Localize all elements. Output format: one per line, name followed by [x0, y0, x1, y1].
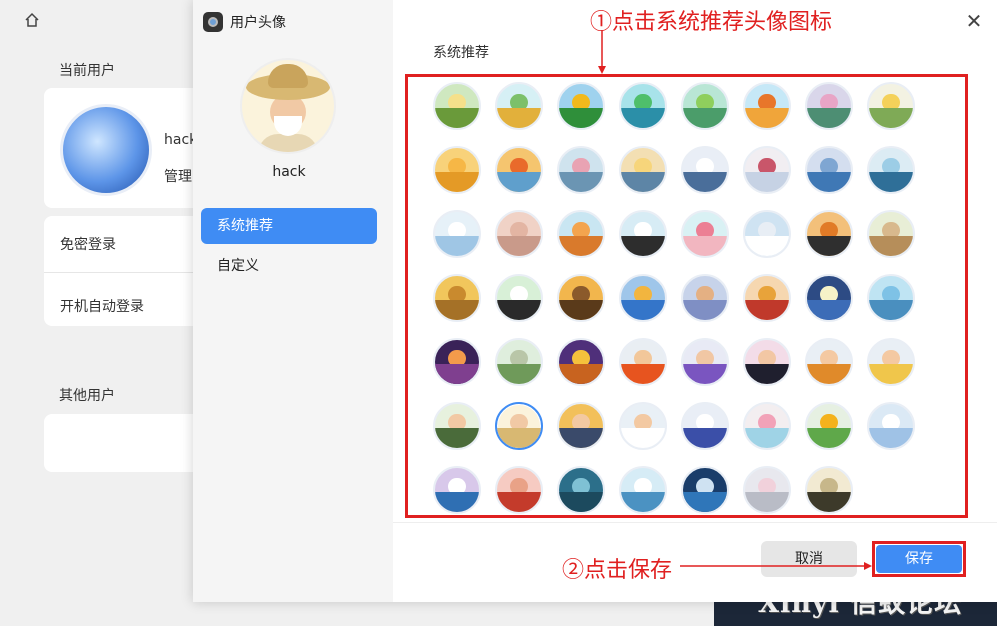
- annotation-step2: ②点击保存: [562, 558, 673, 583]
- avatar-3[interactable]: [557, 82, 605, 130]
- recommended-title: 系统推荐: [433, 45, 489, 61]
- home-icon[interactable]: [24, 12, 40, 28]
- divider: [44, 272, 204, 273]
- avatar-24[interactable]: [867, 210, 915, 258]
- dialog-title: 用户头像: [230, 15, 286, 31]
- cancel-button[interactable]: 取消: [761, 541, 857, 577]
- close-icon[interactable]: ✕: [963, 10, 985, 32]
- avatar-17[interactable]: [433, 210, 481, 258]
- avatar-35[interactable]: [557, 338, 605, 386]
- avatar-46[interactable]: [743, 402, 791, 450]
- avatar-9[interactable]: [433, 146, 481, 194]
- avatar-19[interactable]: [557, 210, 605, 258]
- annotation-step1: ①点击系统推荐头像图标: [590, 10, 833, 35]
- avatar-40[interactable]: [867, 338, 915, 386]
- nav-system-recommended[interactable]: 系统推荐: [201, 208, 377, 244]
- avatar-39[interactable]: [805, 338, 853, 386]
- avatar-43[interactable]: [557, 402, 605, 450]
- avatar-15[interactable]: [805, 146, 853, 194]
- current-user-avatar[interactable]: [60, 104, 152, 196]
- avatar-7[interactable]: [805, 82, 853, 130]
- avatar-28[interactable]: [619, 274, 667, 322]
- avatar-32[interactable]: [867, 274, 915, 322]
- avatar-27[interactable]: [557, 274, 605, 322]
- avatar-12[interactable]: [619, 146, 667, 194]
- avatar-30[interactable]: [743, 274, 791, 322]
- avatar-10[interactable]: [495, 146, 543, 194]
- avatar-29[interactable]: [681, 274, 729, 322]
- footer-divider: [393, 522, 997, 523]
- avatar-47[interactable]: [805, 402, 853, 450]
- current-avatar-preview: [240, 58, 336, 154]
- avatar-41[interactable]: [433, 402, 481, 450]
- avatar-44[interactable]: [619, 402, 667, 450]
- passwordless-login-label[interactable]: 免密登录: [60, 234, 116, 254]
- avatar-45[interactable]: [681, 402, 729, 450]
- avatar-16[interactable]: [867, 146, 915, 194]
- dialog-username: hack: [272, 164, 306, 180]
- avatar-13[interactable]: [681, 146, 729, 194]
- avatar-20[interactable]: [619, 210, 667, 258]
- avatar-38[interactable]: [743, 338, 791, 386]
- avatar-49[interactable]: [433, 466, 481, 514]
- avatar-50[interactable]: [495, 466, 543, 514]
- avatar-42[interactable]: [495, 402, 543, 450]
- dialog-sidebar: 用户头像 hack 系统推荐 自定义: [193, 0, 393, 602]
- avatar-21[interactable]: [681, 210, 729, 258]
- avatar-5[interactable]: [681, 82, 729, 130]
- avatar-23[interactable]: [805, 210, 853, 258]
- nav-custom[interactable]: 自定义: [201, 248, 377, 284]
- avatar-48[interactable]: [867, 402, 915, 450]
- avatar-8[interactable]: [867, 82, 915, 130]
- other-users-card: [44, 414, 204, 472]
- avatar-36[interactable]: [619, 338, 667, 386]
- avatar-18[interactable]: [495, 210, 543, 258]
- camera-app-icon: [203, 12, 223, 32]
- avatar-25[interactable]: [433, 274, 481, 322]
- auto-login-label[interactable]: 开机自动登录: [60, 296, 144, 316]
- avatar-52[interactable]: [619, 466, 667, 514]
- avatar-grid: [433, 82, 933, 514]
- current-user-role: 管理: [164, 169, 192, 185]
- other-users-heading: 其他用户: [59, 388, 115, 404]
- avatar-37[interactable]: [681, 338, 729, 386]
- avatar-22[interactable]: [743, 210, 791, 258]
- avatar-51[interactable]: [557, 466, 605, 514]
- avatar-dialog: 用户头像 hack 系统推荐 自定义 ✕ 系统推荐 取消 保存: [193, 0, 997, 602]
- avatar-34[interactable]: [495, 338, 543, 386]
- avatar-53[interactable]: [681, 466, 729, 514]
- avatar-14[interactable]: [743, 146, 791, 194]
- avatar-11[interactable]: [557, 146, 605, 194]
- avatar-6[interactable]: [743, 82, 791, 130]
- avatar-55[interactable]: [805, 466, 853, 514]
- current-user-heading: 当前用户: [59, 63, 115, 79]
- avatar-2[interactable]: [495, 82, 543, 130]
- avatar-31[interactable]: [805, 274, 853, 322]
- avatar-1[interactable]: [433, 82, 481, 130]
- avatar-54[interactable]: [743, 466, 791, 514]
- avatar-4[interactable]: [619, 82, 667, 130]
- current-user-card[interactable]: hack 管理: [44, 88, 204, 208]
- avatar-33[interactable]: [433, 338, 481, 386]
- save-button[interactable]: 保存: [876, 545, 962, 573]
- avatar-26[interactable]: [495, 274, 543, 322]
